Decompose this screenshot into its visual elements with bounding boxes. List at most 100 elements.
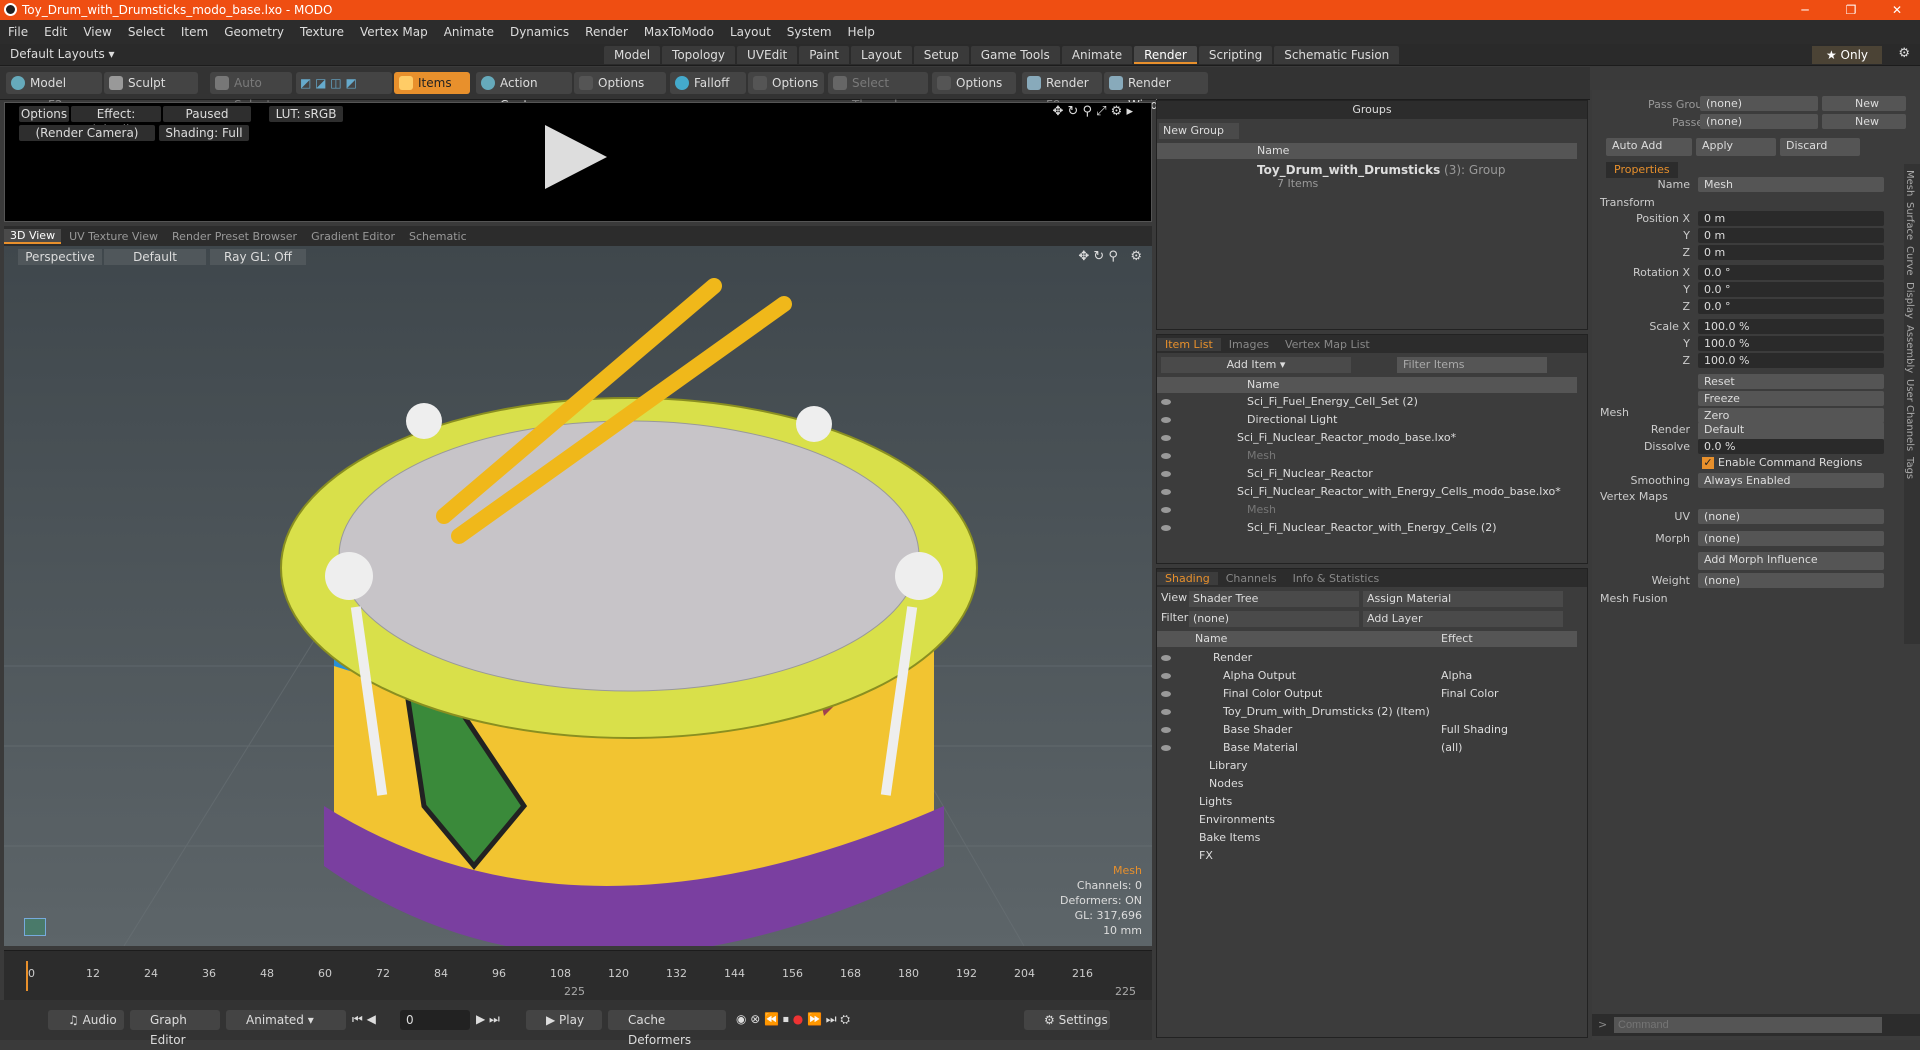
shader-tree-row[interactable]: Final Color Output Final Color — [1157, 685, 1577, 703]
eye-icon[interactable] — [1161, 655, 1171, 661]
menu-item-help[interactable]: Help — [840, 25, 883, 39]
add-layer-dropdown[interactable]: Add Layer — [1363, 611, 1563, 627]
render-preview[interactable]: Options Effect: (Shadi... Paused LUT: sR… — [4, 102, 1152, 222]
shader-tree-row[interactable]: Nodes — [1157, 775, 1577, 793]
morph-dropdown[interactable]: (none) — [1698, 531, 1884, 546]
frame-input[interactable]: 0 — [400, 1010, 470, 1030]
tab-topology[interactable]: Topology — [662, 46, 736, 64]
tab-setup[interactable]: Setup — [913, 46, 969, 64]
new-pass-button[interactable]: New — [1822, 114, 1906, 129]
side-tab-surface[interactable]: Surface — [1904, 202, 1915, 240]
preview-nav-icons[interactable]: ✥ ↻ ⚲ ⤢ ⚙ ▸ — [1052, 104, 1133, 119]
eye-icon[interactable] — [1161, 673, 1171, 679]
menu-item-dynamics[interactable]: Dynamics — [502, 25, 577, 39]
shading-tab-1[interactable]: Channels — [1218, 572, 1285, 585]
auto-select-button[interactable]: Auto Select — [210, 72, 292, 112]
shading-dropdown[interactable]: Shading: Full — [159, 125, 249, 141]
shader-tree-dropdown[interactable]: Shader Tree — [1189, 591, 1359, 607]
menu-item-file[interactable]: File — [0, 25, 36, 39]
tab-model[interactable]: Model — [604, 46, 661, 64]
menu-item-select[interactable]: Select — [120, 25, 173, 39]
selection-mode-icons[interactable]: ◩ ◪ ◫ ◩ — [296, 72, 392, 94]
scale-field-1[interactable]: 100.0 % — [1698, 336, 1884, 351]
eye-icon[interactable] — [1161, 727, 1171, 733]
eye-icon[interactable] — [1161, 435, 1171, 441]
audio-button[interactable]: ♫ Audio — [48, 1010, 124, 1030]
shader-tree-row[interactable]: Environments — [1157, 811, 1577, 829]
items-button[interactable]: Items — [394, 72, 470, 94]
eye-icon[interactable] — [1161, 417, 1171, 423]
new-pass-group-button[interactable]: New — [1822, 96, 1906, 111]
discard-button[interactable]: Discard — [1780, 138, 1860, 156]
minimize-icon[interactable]: ─ — [1782, 0, 1828, 20]
tab-scripting[interactable]: Scripting — [1198, 46, 1273, 64]
eye-icon[interactable] — [1161, 507, 1171, 513]
timeline-playhead[interactable] — [26, 961, 28, 991]
uv-dropdown[interactable]: (none) — [1698, 509, 1884, 524]
menu-item-texture[interactable]: Texture — [292, 25, 352, 39]
reset-dropdown[interactable]: Reset — [1698, 374, 1884, 389]
item-list-row[interactable]: Sci_Fi_Nuclear_Reactor — [1157, 465, 1577, 483]
render-camera-dropdown[interactable]: (Render Camera) — [19, 125, 155, 141]
transport-forward-icons[interactable]: ▶ ⏭ — [476, 1012, 500, 1027]
name-field[interactable]: Mesh — [1698, 177, 1884, 192]
transform-section[interactable]: Transform — [1600, 196, 1900, 209]
side-tab-display[interactable]: Display — [1904, 282, 1915, 319]
eye-icon[interactable] — [1161, 709, 1171, 715]
item-list-row[interactable]: Sci_Fi_Nuclear_Reactor_with_Energy_Cells… — [1157, 519, 1577, 537]
viewport-tab-schematic[interactable]: Schematic — [403, 230, 473, 243]
item-list-row[interactable]: Mesh — [1157, 501, 1577, 519]
menu-item-layout[interactable]: Layout — [722, 25, 779, 39]
render-dropdown[interactable]: Default — [1698, 422, 1884, 437]
timeline[interactable]: 0 12 24 36 48 60 72 84 96 108 120 132 144 156 168 180 19… — [4, 950, 1152, 1000]
vertex-maps-section[interactable]: Vertex Maps — [1600, 490, 1900, 503]
item-list-row[interactable]: Sci_Fi_Fuel_Energy_Cell_Set (2) — [1157, 393, 1577, 411]
add-morph-influence-button[interactable]: Add Morph Influence — [1698, 552, 1884, 570]
graph-editor-button[interactable]: Graph Editor — [130, 1010, 220, 1047]
passes-dropdown[interactable]: (none) — [1700, 114, 1818, 129]
default-layouts-dropdown[interactable]: Default Layouts ▾ — [10, 47, 115, 61]
eye-icon[interactable] — [1161, 453, 1171, 459]
3d-viewport[interactable]: Perspective Default Ray GL: Off ✥ ↻ ⚲ ⚙ … — [4, 246, 1152, 946]
shader-tree-row[interactable]: Render — [1157, 649, 1577, 667]
shader-tree-row[interactable]: Library — [1157, 757, 1577, 775]
menu-item-vertex-map[interactable]: Vertex Map — [352, 25, 436, 39]
viewport-tab-render-preset-browser[interactable]: Render Preset Browser — [166, 230, 303, 243]
menu-item-render[interactable]: Render — [577, 25, 636, 39]
eye-icon[interactable] — [1161, 471, 1171, 477]
position-field-0[interactable]: 0 m — [1698, 211, 1884, 226]
transport-back-icons[interactable]: ⏮ ◀ — [352, 1012, 376, 1027]
viewport-tab-uv-texture-view[interactable]: UV Texture View — [63, 230, 164, 243]
shader-tree-row[interactable]: Bake Items — [1157, 829, 1577, 847]
viewport-tab-gradient-editor[interactable]: Gradient Editor — [305, 230, 401, 243]
eye-icon[interactable] — [1161, 691, 1171, 697]
eye-icon[interactable] — [1161, 399, 1171, 405]
eye-icon[interactable] — [1161, 489, 1171, 495]
rotation-field-2[interactable]: 0.0 ° — [1698, 299, 1884, 314]
only-button[interactable]: ★ Only — [1812, 46, 1882, 64]
render-window-button[interactable]: Render Window — [1104, 72, 1208, 112]
rotation-field-0[interactable]: 0.0 ° — [1698, 265, 1884, 280]
menu-item-view[interactable]: View — [75, 25, 119, 39]
shader-tree-row[interactable]: Lights — [1157, 793, 1577, 811]
tab-animate[interactable]: Animate — [1061, 46, 1133, 64]
preview-effect-dropdown[interactable]: Effect: (Shadi... — [71, 106, 161, 137]
menu-item-maxtomodo[interactable]: MaxToModo — [636, 25, 722, 39]
shading-tab-0[interactable]: Shading — [1157, 571, 1218, 585]
animated-dropdown[interactable]: Animated ▾ — [226, 1010, 346, 1030]
side-tab-mesh[interactable]: Mesh — [1904, 170, 1915, 196]
render-button[interactable]: Render F9 — [1022, 72, 1102, 112]
item-list-row[interactable]: Sci_Fi_Nuclear_Reactor_modo_base.lxo* — [1157, 429, 1577, 447]
freeze-dropdown[interactable]: Freeze — [1698, 391, 1884, 406]
options-button-3[interactable]: Options — [932, 72, 1016, 94]
vertex-mode-icon[interactable]: ◩ ◪ ◫ ◩ — [300, 76, 357, 90]
item-list-tab-1[interactable]: Images — [1221, 338, 1277, 351]
menu-item-animate[interactable]: Animate — [436, 25, 502, 39]
shader-tree-row[interactable]: Base Material (all) — [1157, 739, 1577, 757]
menu-item-system[interactable]: System — [779, 25, 840, 39]
add-item-dropdown[interactable]: Add Item ▾ — [1161, 357, 1351, 373]
tab-layout[interactable]: Layout — [850, 46, 912, 64]
dissolve-field[interactable]: 0.0 % — [1698, 439, 1884, 454]
shading-tab-2[interactable]: Info & Statistics — [1285, 572, 1388, 585]
select-through-button[interactable]: Select Through — [828, 72, 928, 112]
